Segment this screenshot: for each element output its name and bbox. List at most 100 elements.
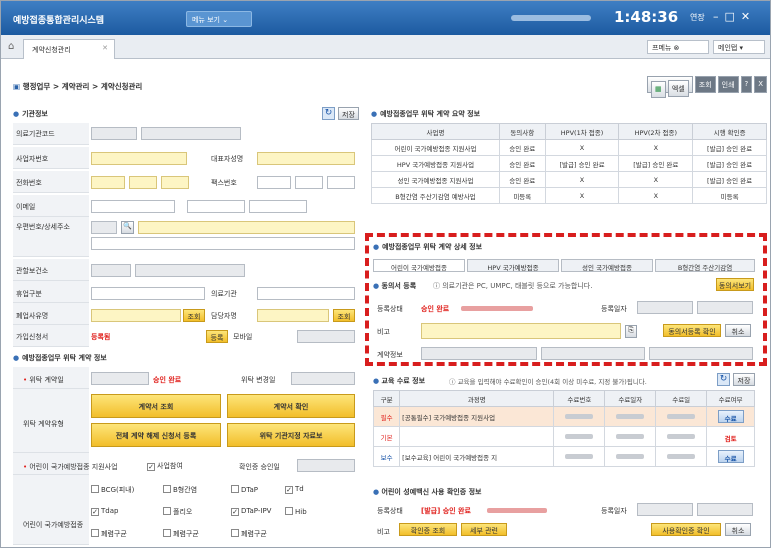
closure-confirm-button[interactable]: 조회 bbox=[183, 309, 205, 322]
table-row[interactable]: 기본 검토 bbox=[372, 426, 755, 447]
table-row[interactable]: B형간염 주산기감염 예방사업 미등록 X X 미등록 bbox=[371, 187, 767, 204]
zipcode-field bbox=[91, 221, 117, 234]
reg-date-field bbox=[637, 301, 693, 314]
contract-info-select[interactable] bbox=[421, 347, 537, 360]
fax-mid-field[interactable] bbox=[295, 176, 323, 189]
print-button[interactable]: 인쇄 bbox=[717, 76, 739, 93]
vaccine-checkbox[interactable]: BCG(피내) bbox=[91, 485, 134, 495]
cert-status-detail bbox=[487, 508, 547, 513]
address-detail-field[interactable] bbox=[91, 237, 355, 250]
home-icon[interactable]: ⌂ bbox=[8, 41, 14, 52]
contract-download-button[interactable]: 위탁 기관지정 자료보 bbox=[227, 423, 355, 447]
summary-cell: 승인 완료 bbox=[498, 139, 546, 156]
vaccine-checkbox[interactable]: B형간염 bbox=[163, 485, 197, 495]
application-view-button[interactable]: 등록 bbox=[206, 330, 228, 343]
close-page-button[interactable]: X bbox=[754, 76, 768, 93]
label-contract-date: • 위탁 계약일 bbox=[23, 376, 64, 384]
search-address-icon[interactable]: 🔍 bbox=[121, 221, 134, 234]
subtab-hpv[interactable]: HPV 국가예방접종 bbox=[467, 259, 559, 272]
edu-course: [공통필수] 국가예방접종 지원사업 bbox=[399, 406, 555, 427]
agreement-view-button[interactable]: 동의서보기 bbox=[716, 278, 754, 291]
phone-mid-field[interactable] bbox=[129, 176, 157, 189]
contract-confirm-button[interactable]: 계약서 확인 bbox=[227, 394, 355, 418]
vaccine-checkbox[interactable]: ✓ Tdap bbox=[91, 507, 118, 516]
edu-status-button[interactable]: 수료 bbox=[717, 450, 744, 463]
medical-org-select[interactable] bbox=[257, 287, 355, 300]
edu-status-button[interactable]: 검토 bbox=[717, 430, 744, 443]
cert-view-button[interactable]: 확인증 조회 bbox=[399, 523, 457, 536]
contract-cancel-register-button[interactable]: 전체 계약 해제 신청서 등록 bbox=[91, 423, 221, 447]
contract-view-button[interactable]: 계약서 조회 bbox=[91, 394, 221, 418]
email-domain-field[interactable] bbox=[187, 200, 245, 213]
edu-save-button[interactable]: 저장 bbox=[733, 373, 755, 386]
search-button[interactable]: 조회 bbox=[694, 76, 716, 93]
cert-detail-button[interactable]: 세부 관련 bbox=[461, 523, 507, 536]
phone-area-select[interactable] bbox=[91, 176, 125, 189]
table-row[interactable]: 보수 [보수교육] 어린이 국가예방접종 지 수료 bbox=[372, 446, 755, 467]
vaccine-checkbox[interactable]: 폐렴구균 bbox=[163, 529, 199, 539]
info-icon: ⓘ bbox=[433, 282, 440, 290]
email-id-field[interactable] bbox=[91, 200, 175, 213]
vaccine-checkbox[interactable]: 폐렴구균 bbox=[231, 529, 267, 539]
attach-icon[interactable]: ⎘ bbox=[625, 325, 637, 338]
phone-end-field[interactable] bbox=[161, 176, 189, 189]
cert-cancel-button[interactable]: 취소 bbox=[725, 523, 751, 536]
page-toolbar: ▦ 엑셀 조회 인쇄 ? X bbox=[647, 76, 768, 98]
business-no-field[interactable] bbox=[91, 152, 187, 165]
ceo-name-field[interactable] bbox=[257, 152, 355, 165]
checkbox-empty-icon bbox=[163, 507, 171, 515]
extend-session-button[interactable]: 연장 bbox=[690, 12, 705, 23]
subtab-adult[interactable]: 성인 국가예방접종 bbox=[561, 259, 653, 272]
vaccine-checkbox[interactable]: ✓ DTaP-IPV bbox=[231, 507, 271, 516]
closure-reason-field[interactable] bbox=[91, 309, 181, 322]
minimize-icon[interactable]: – bbox=[713, 10, 725, 23]
checkbox-empty-icon bbox=[231, 485, 239, 493]
subtab-hepb[interactable]: B형간염 주산기감염 bbox=[655, 259, 755, 272]
agreement-register-button[interactable]: 동의서등록 확인 bbox=[663, 324, 721, 337]
vaccine-checkbox[interactable]: Hib bbox=[285, 507, 307, 516]
edu-status-cell[interactable]: 수료 bbox=[706, 446, 755, 467]
edu-status-cell[interactable]: 검토 bbox=[706, 426, 755, 447]
vaccine-label: BCG(피내) bbox=[101, 486, 135, 494]
subtab-child[interactable]: 어린이 국가예방접종 bbox=[373, 259, 465, 272]
excel-button[interactable]: ▦ 엑셀 bbox=[647, 76, 693, 98]
tab-contract-management[interactable]: 계약신청관리 ✕ bbox=[23, 39, 115, 59]
address-field[interactable] bbox=[138, 221, 355, 234]
basic-save-button[interactable]: 저장 bbox=[338, 107, 359, 120]
edu-blur-cell bbox=[604, 426, 657, 447]
help-button[interactable]: ? bbox=[740, 76, 753, 93]
business-participate-checkbox[interactable]: ✓ 사업참여 bbox=[147, 461, 183, 471]
agreement-cancel-button[interactable]: 취소 bbox=[725, 324, 751, 337]
basic-info-title: 기관정보 bbox=[13, 109, 48, 119]
fax-end-field[interactable] bbox=[327, 176, 355, 189]
table-row[interactable]: HPV 국가예방접종 지원사업 승인 완료 [발급] 승인 완료 [발급] 승인 완료… bbox=[371, 155, 767, 172]
vaccine-checkbox[interactable]: ✓ Td bbox=[285, 485, 304, 494]
closure-type-select[interactable] bbox=[91, 287, 205, 300]
cert-use-confirm-button[interactable]: 사용확인증 확인 bbox=[651, 523, 721, 536]
menu-toggle-button[interactable]: 프메뉴 ⊗ bbox=[647, 40, 709, 54]
close-icon[interactable]: ✕ bbox=[741, 10, 756, 23]
edu-refresh-icon[interactable]: ↻ bbox=[717, 373, 730, 386]
table-row[interactable]: 어린이 국가예방접종 지원사업 승인 완료 X X [발급] 승인 완료 bbox=[371, 139, 767, 156]
email-domain-select[interactable] bbox=[249, 200, 307, 213]
note-field[interactable] bbox=[421, 323, 621, 339]
check-icon: ✓ bbox=[285, 486, 293, 494]
refresh-icon[interactable]: ↻ bbox=[322, 107, 335, 120]
summary-cell: [발급] 승인 완료 bbox=[692, 171, 767, 188]
maximize-icon[interactable]: □ bbox=[725, 10, 741, 23]
table-row[interactable]: 성인 국가예방접종 지원사업 승인 완료 X X [발급] 승인 완료 bbox=[371, 171, 767, 188]
vaccine-checkbox[interactable]: 폐렴구균 bbox=[91, 529, 127, 539]
summary-header: HPV(1차 접종) bbox=[544, 123, 620, 140]
main-tab-dropdown[interactable]: 메인탭 ▾ bbox=[713, 40, 765, 54]
manager-name-field[interactable] bbox=[257, 309, 329, 322]
menu-view-button[interactable]: 메뉴 보기 ⌄ bbox=[186, 11, 252, 27]
table-row[interactable]: 필수 [공통필수] 국가예방접종 지원사업 수료 bbox=[372, 406, 755, 427]
manager-confirm-button[interactable]: 조회 bbox=[333, 309, 355, 322]
label-health-center: 관할보건소 bbox=[16, 267, 49, 275]
fax-area-select[interactable] bbox=[257, 176, 291, 189]
vaccine-checkbox[interactable]: DTaP bbox=[231, 485, 258, 494]
vaccine-checkbox[interactable]: 폴리오 bbox=[163, 507, 192, 517]
edu-status-cell[interactable]: 수료 bbox=[706, 406, 755, 427]
tab-close-icon[interactable]: ✕ bbox=[102, 44, 108, 52]
edu-status-button[interactable]: 수료 bbox=[717, 410, 744, 423]
